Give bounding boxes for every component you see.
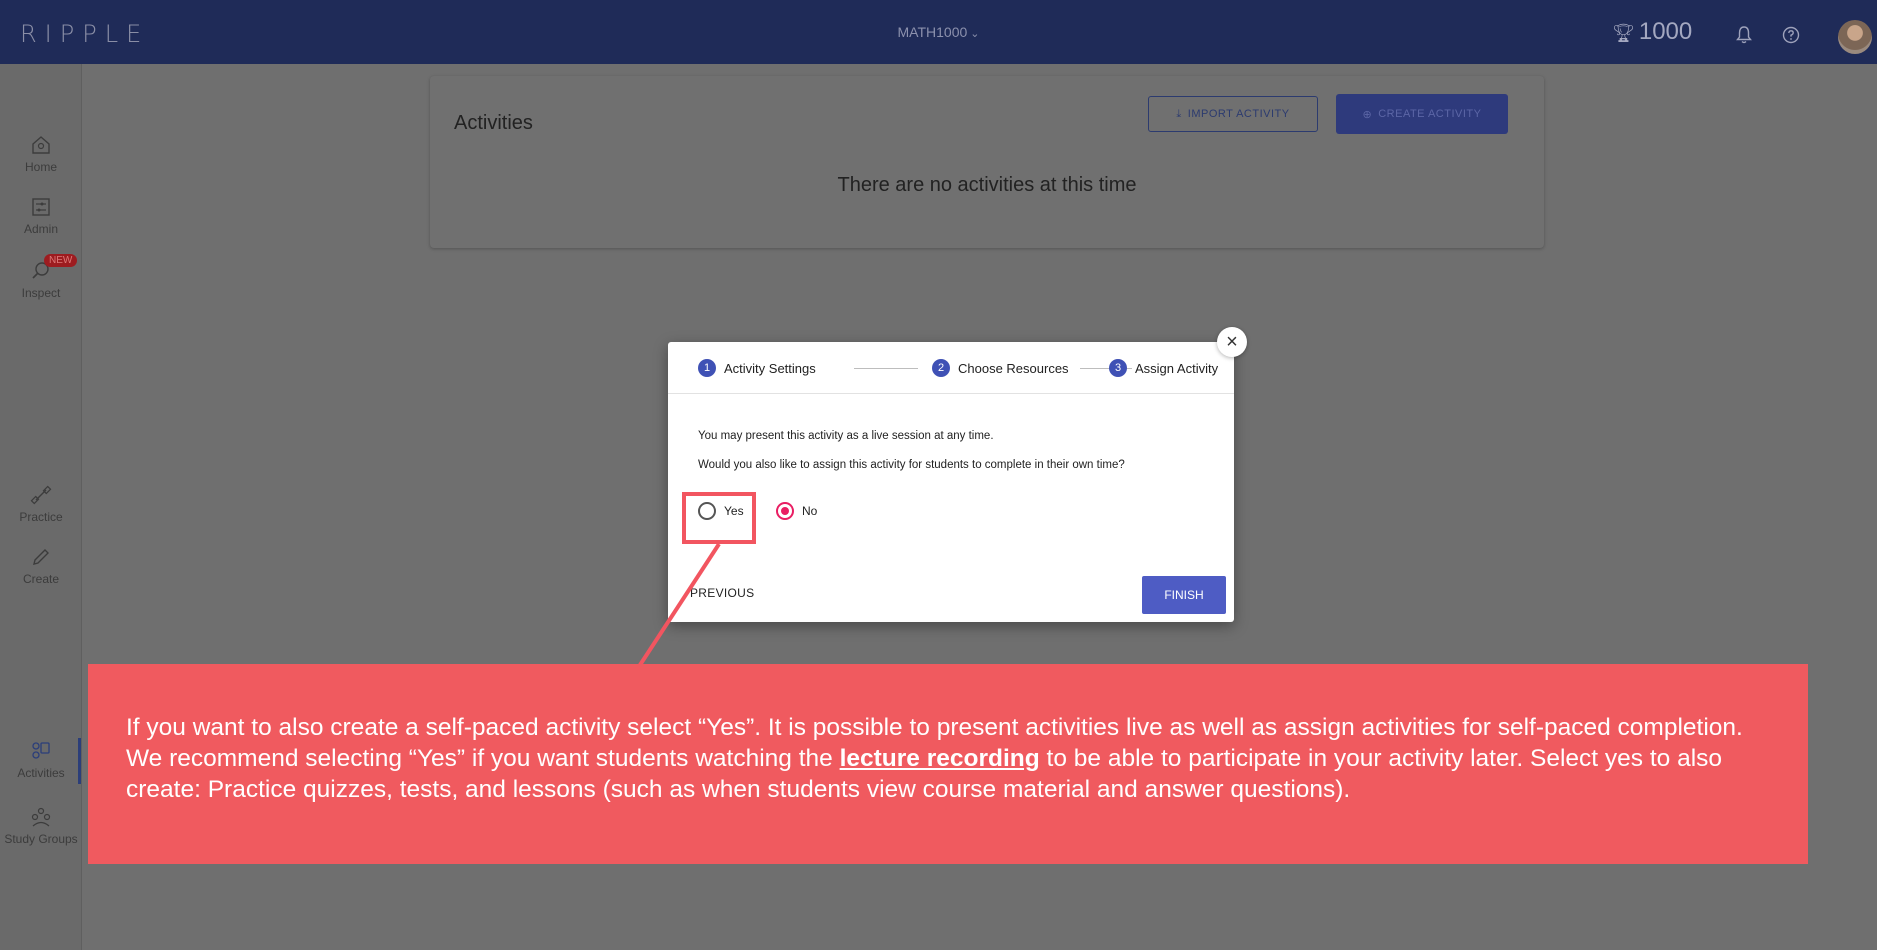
callout-text: If you want to also create a self-paced … [126, 712, 1778, 805]
lecture-recording-link[interactable]: lecture recording [840, 745, 1040, 772]
instruction-callout: If you want to also create a self-paced … [88, 664, 1808, 864]
